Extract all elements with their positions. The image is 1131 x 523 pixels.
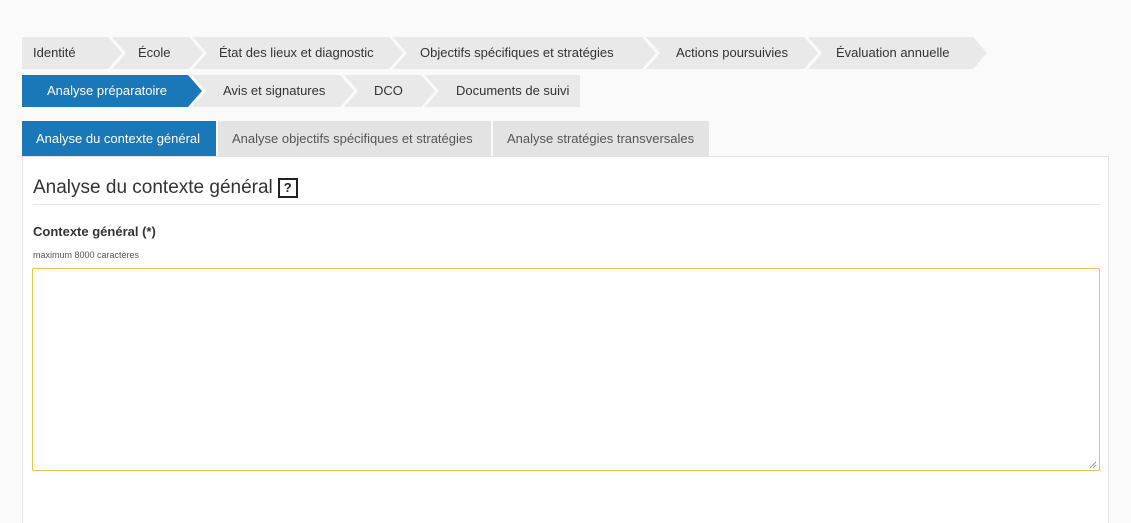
tab-objectifs-specifiques[interactable]: Analyse objectifs spécifiques et stratég… xyxy=(218,121,491,156)
page-title: Analyse du contexte général xyxy=(33,177,273,198)
resize-handle-icon[interactable] xyxy=(1089,461,1097,469)
analysis-tabs: Analyse du contexte général Analyse obje… xyxy=(22,121,711,156)
process-steps-row-1: Identité École État des lieux et diagnos… xyxy=(22,37,987,69)
step-label: Analyse préparatoire xyxy=(47,83,167,98)
step-label: Évaluation annuelle xyxy=(836,45,950,60)
help-icon[interactable]: ? xyxy=(277,178,298,198)
character-limit-hint: maximum 8000 caractères xyxy=(33,250,140,260)
step-dco[interactable]: DCO xyxy=(344,75,435,107)
divider xyxy=(33,204,1100,205)
step-label: État des lieux et diagnostic xyxy=(219,45,374,60)
step-actions-poursuivies[interactable]: Actions poursuivies xyxy=(646,37,818,69)
step-objectifs-specifiques[interactable]: Objectifs spécifiques et stratégies xyxy=(393,37,656,69)
contexte-general-textarea[interactable] xyxy=(32,268,1100,471)
step-avis-signatures[interactable]: Avis et signatures xyxy=(192,75,354,107)
panel-heading: Analyse du contexte général ? xyxy=(33,177,298,199)
step-analyse-preparatoire[interactable]: Analyse préparatoire xyxy=(22,75,202,107)
step-evaluation-annuelle[interactable]: Évaluation annuelle xyxy=(808,37,987,69)
step-documents-suivi[interactable]: Documents de suivi xyxy=(425,75,580,107)
tab-contexte-general[interactable]: Analyse du contexte général xyxy=(22,121,216,156)
step-etat-des-lieux[interactable]: État des lieux et diagnostic xyxy=(193,37,403,69)
step-identite[interactable]: Identité xyxy=(22,37,122,69)
tab-strategies-transversales[interactable]: Analyse stratégies transversales xyxy=(493,121,709,156)
process-steps-row-2: Analyse préparatoire Avis et signatures … xyxy=(22,75,580,107)
contexte-general-label: Contexte général (*) xyxy=(33,224,156,239)
step-label: DCO xyxy=(374,83,403,98)
step-ecole[interactable]: École xyxy=(112,37,203,69)
step-label: École xyxy=(138,45,171,60)
step-label: Actions poursuivies xyxy=(676,45,788,60)
step-label: Documents de suivi xyxy=(456,83,570,98)
step-label: Identité xyxy=(33,45,76,60)
content-panel: Analyse du contexte général ? Contexte g… xyxy=(22,156,1109,523)
step-label: Avis et signatures xyxy=(223,83,326,98)
step-label: Objectifs spécifiques et stratégies xyxy=(420,45,614,60)
